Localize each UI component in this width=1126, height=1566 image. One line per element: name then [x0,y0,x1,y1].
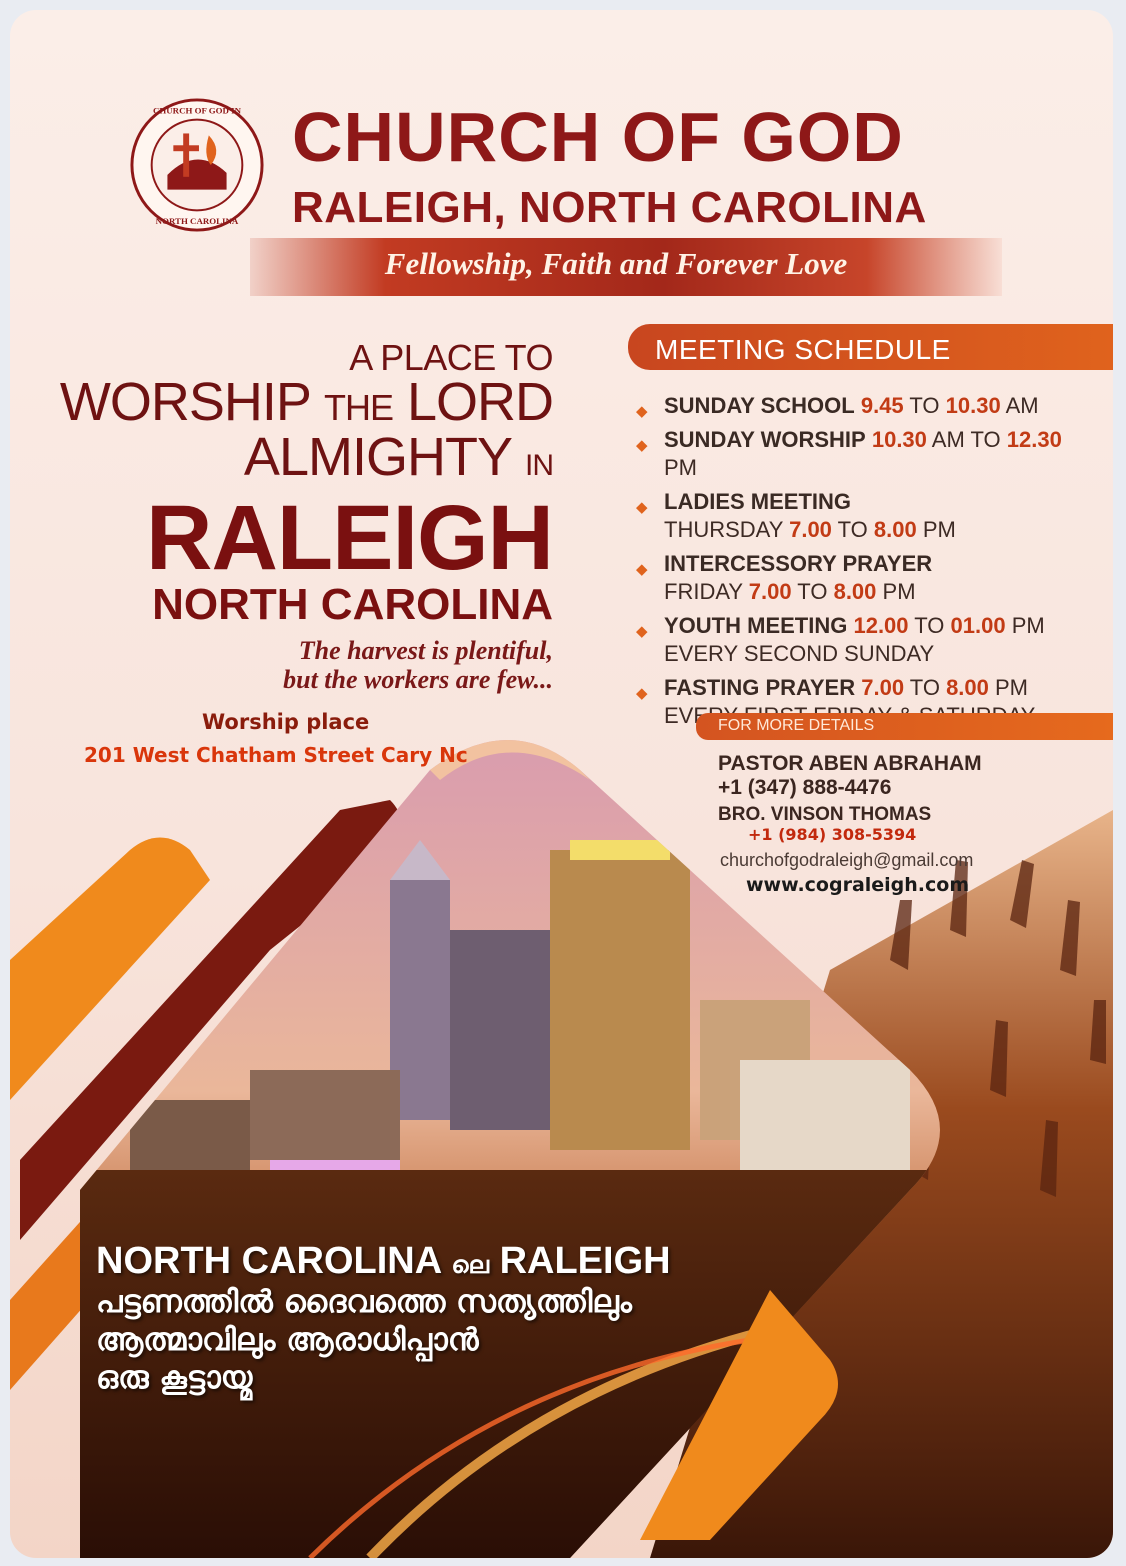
email-link[interactable]: churchofgodraleigh@gmail.com [720,850,973,871]
brother-phone[interactable]: +1 (984) 308-5394 [748,825,916,844]
website-link[interactable]: www.cograleigh.com [746,874,969,896]
details-title: FOR MORE DETAILS [718,717,875,734]
schedule-item-ladies-meeting: ◆ LADIES MEETING THURSDAY 7.00 TO 8.00 P… [636,489,956,542]
schedule-item-intercessory-prayer: ◆ INTERCESSORY PRAYER FRIDAY 7.00 TO 8.0… [636,551,933,604]
diamond-bullet-icon: ◆ [636,561,648,578]
diamond-bullet-icon: ◆ [636,685,648,702]
headline-line-2: WORSHIP THE LORD [59,372,554,432]
headline-raleigh: RALEIGH [146,487,554,589]
headline-line-3: ALMIGHTY IN [243,427,554,487]
schedule-title: MEETING SCHEDULE [655,334,951,365]
poster: CHURCH OF GOD IN NORTH CAROLINA CHURCH O… [10,10,1113,1558]
schedule-item-sunday-school: ◆ SUNDAY SCHOOL 9.45 TO 10.30 AM [626,392,1096,420]
diamond-bullet-icon: ◆ [636,403,648,420]
brother-name: BRO. VINSON THOMAS [718,804,932,825]
worship-place-label: Worship place [202,710,370,734]
svg-text:CHURCH OF GOD IN: CHURCH OF GOD IN [153,106,242,116]
church-location: RALEIGH, NORTH CAROLINA [292,183,927,232]
orange-band-left [10,837,210,1100]
pastor-phone[interactable]: +1 (347) 888-4476 [718,776,891,800]
church-title: CHURCH OF GOD [292,98,904,176]
schedule-list: ◆ SUNDAY SCHOOL 9.45 TO 10.30 AM ◆ SUNDA… [626,392,1096,736]
diamond-bullet-icon: ◆ [636,623,648,640]
pastor-name: PASTOR ABEN ABRAHAM [718,752,982,775]
malayalam-caption: NORTH CAROLINA ലെ RALEIGH പട്ടണത്തിൽ ദൈവ… [96,1240,671,1396]
headline-line-1: A PLACE TO [349,337,553,378]
diamond-bullet-icon: ◆ [636,499,648,516]
tagline: Fellowship, Faith and Forever Love [384,246,848,281]
svg-text:NORTH CAROLINA: NORTH CAROLINA [156,216,239,226]
worship-address: 201 West Chatham Street Cary Nc [84,743,468,767]
schedule-item-sunday-worship: ◆ SUNDAY WORSHIP 10.30 AM TO 12.30 PM [636,427,1062,480]
bible-quote: The harvest is plentiful, but the worker… [283,636,553,695]
headline-north-carolina: NORTH CAROLINA [152,580,553,629]
schedule-item-youth-meeting: ◆ YOUTH MEETING 12.00 TO 01.00 PM EVERY … [636,613,1045,666]
church-logo: CHURCH OF GOD IN NORTH CAROLINA [130,98,264,232]
diamond-bullet-icon: ◆ [636,437,648,454]
